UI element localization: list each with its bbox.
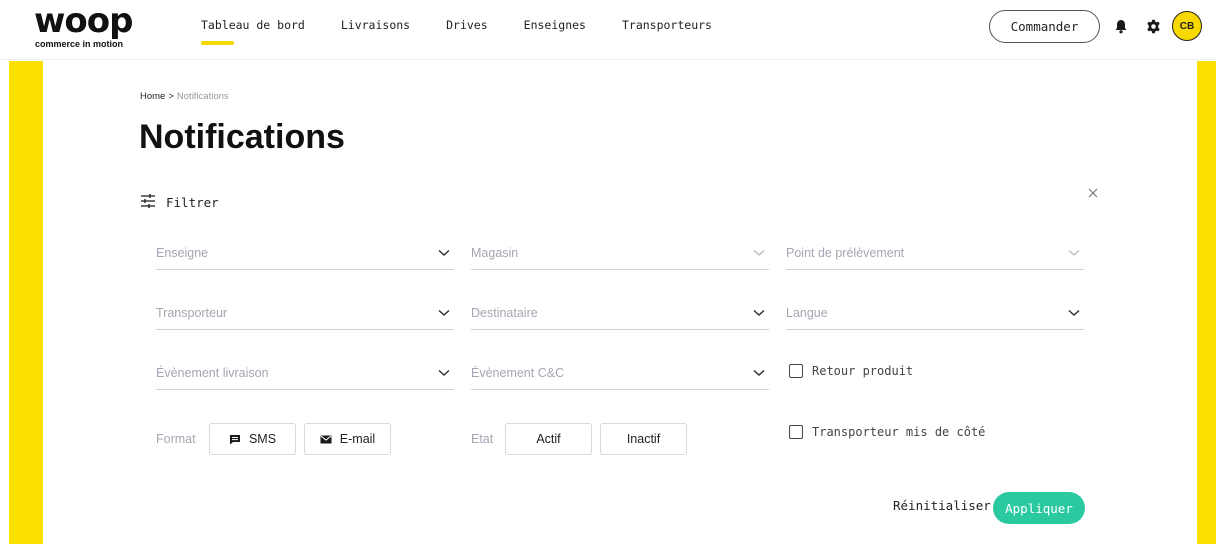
chevron-down-icon xyxy=(438,309,450,317)
destinataire-placeholder: Destinataire xyxy=(471,306,538,320)
page-title: Notifications xyxy=(139,118,345,156)
chevron-down-icon xyxy=(438,369,450,377)
point-de-prelevement-select[interactable]: Point de prélèvement xyxy=(786,240,1084,270)
inactif-toggle-button[interactable]: Inactif xyxy=(600,423,687,455)
evenement-cc-placeholder: Évènement C&C xyxy=(471,366,565,380)
reset-button[interactable]: Réinitialiser xyxy=(893,498,991,513)
top-navigation-bar: woop commerce in motion Tableau de bord … xyxy=(0,0,1216,60)
breadcrumb: Home > Notifications xyxy=(140,91,229,102)
mail-icon xyxy=(320,435,332,443)
nav-item-tableau-de-bord[interactable]: Tableau de bord xyxy=(201,18,305,45)
nav-item-enseignes[interactable]: Enseignes xyxy=(524,18,586,44)
nav-item-livraisons[interactable]: Livraisons xyxy=(341,18,410,44)
breadcrumb-home[interactable]: Home xyxy=(140,91,165,102)
evenement-livraison-select[interactable]: Évènement livraison xyxy=(156,360,454,390)
destinataire-select[interactable]: Destinataire xyxy=(471,300,769,330)
logo-text: woop xyxy=(34,1,133,41)
breadcrumb-separator: > xyxy=(168,91,174,102)
chevron-down-icon xyxy=(1068,250,1080,256)
gear-icon[interactable] xyxy=(1142,15,1164,37)
langue-placeholder: Langue xyxy=(786,306,828,320)
email-label: E-mail xyxy=(339,432,376,446)
commander-button[interactable]: Commander xyxy=(989,10,1100,43)
bell-icon[interactable] xyxy=(1110,15,1132,37)
chat-icon xyxy=(229,434,240,444)
main-nav: Tableau de bord Livraisons Drives Enseig… xyxy=(201,18,748,45)
actif-toggle-button[interactable]: Actif xyxy=(505,423,592,455)
langue-select[interactable]: Langue xyxy=(786,300,1084,330)
chevron-down-icon xyxy=(1068,309,1080,317)
breadcrumb-current: Notifications xyxy=(176,91,229,102)
chevron-down-icon xyxy=(753,250,765,256)
user-avatar[interactable]: CB xyxy=(1172,11,1202,41)
filter-header[interactable]: Filtrer xyxy=(140,193,219,212)
email-toggle-button[interactable]: E-mail xyxy=(304,423,391,455)
filter-sliders-icon xyxy=(140,193,156,212)
format-label: Format xyxy=(156,432,196,446)
filter-label: Filtrer xyxy=(166,195,219,210)
sms-toggle-button[interactable]: SMS xyxy=(209,423,296,455)
chevron-down-icon xyxy=(438,249,450,257)
nav-item-drives[interactable]: Drives xyxy=(446,18,488,44)
enseigne-select[interactable]: Enseigne xyxy=(156,240,454,270)
enseigne-placeholder: Enseigne xyxy=(156,246,209,260)
evenement-cc-select[interactable]: Évènement C&C xyxy=(471,360,769,390)
retour-produit-checkbox[interactable]: Retour produit xyxy=(789,364,913,378)
transporteur-select[interactable]: Transporteur xyxy=(156,300,454,330)
woop-logo[interactable]: woop commerce in motion xyxy=(34,1,156,50)
evenement-livraison-placeholder: Évènement livraison xyxy=(156,366,269,380)
etat-label: Etat xyxy=(471,432,494,446)
right-brand-stripe xyxy=(1197,61,1216,544)
point-de-prelevement-placeholder: Point de prélèvement xyxy=(786,246,905,260)
retour-produit-label: Retour produit xyxy=(812,364,914,378)
checkbox-box[interactable] xyxy=(789,425,803,439)
apply-button[interactable]: Appliquer xyxy=(993,492,1085,524)
transporteur-mis-de-cote-label: Transporteur mis de côté xyxy=(812,425,986,439)
magasin-select[interactable]: Magasin xyxy=(471,240,769,270)
left-brand-stripe xyxy=(9,61,43,544)
magasin-placeholder: Magasin xyxy=(471,246,519,260)
sms-label: SMS xyxy=(248,432,277,446)
transporteur-mis-de-cote-checkbox[interactable]: Transporteur mis de côté xyxy=(789,425,985,439)
transporteur-placeholder: Transporteur xyxy=(156,306,228,320)
logo-tagline: commerce in motion xyxy=(35,39,124,49)
nav-item-transporteurs[interactable]: Transporteurs xyxy=(622,18,712,44)
chevron-down-icon xyxy=(753,369,765,377)
close-icon[interactable] xyxy=(1087,184,1101,198)
checkbox-box[interactable] xyxy=(789,364,803,378)
chevron-down-icon xyxy=(753,309,765,317)
